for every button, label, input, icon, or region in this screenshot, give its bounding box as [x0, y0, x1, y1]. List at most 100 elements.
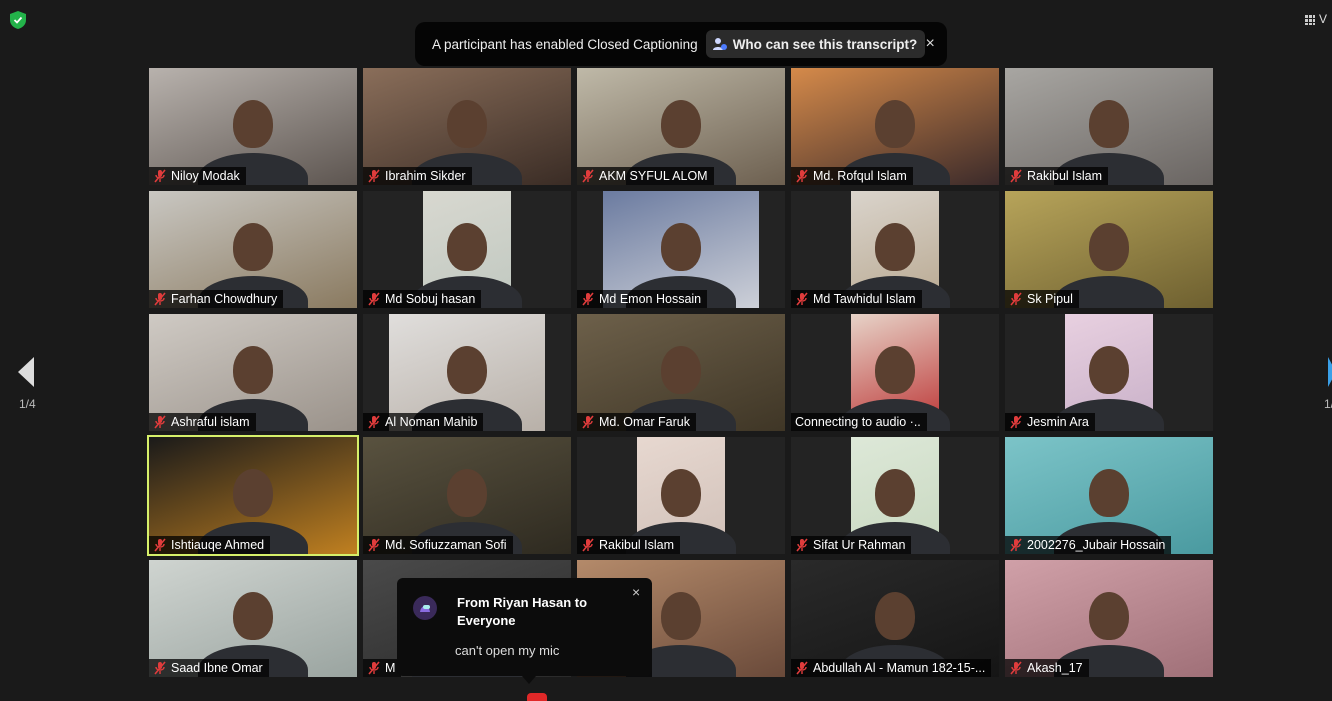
close-icon[interactable]: × — [925, 34, 935, 54]
muted-mic-icon — [796, 292, 808, 306]
participant-name-tag: Md Tawhidul Islam — [791, 290, 922, 308]
participant-name-tag: Rakibul Islam — [577, 536, 681, 554]
muted-mic-icon — [368, 415, 380, 429]
participant-name: Md. Rofqul Islam — [813, 169, 907, 183]
participant-tile[interactable]: Akash_17 — [1005, 560, 1213, 677]
participant-name-tag: Niloy Modak — [149, 167, 246, 185]
participant-tile[interactable]: Jesmin Ara — [1005, 314, 1213, 431]
participant-tile[interactable]: Niloy Modak — [149, 68, 357, 185]
next-page-arrow-icon[interactable] — [1326, 357, 1332, 387]
participant-name: M — [385, 661, 396, 675]
participant-tile[interactable]: Sifat Ur Rahman — [791, 437, 999, 554]
participant-name-tag: M — [363, 659, 402, 677]
muted-mic-icon — [582, 169, 594, 183]
shield-icon[interactable] — [10, 11, 26, 29]
participant-tile[interactable]: Ibrahim Sikder — [363, 68, 571, 185]
participant-name: Akash_17 — [1027, 661, 1083, 675]
participant-name-tag: Md. Omar Faruk — [577, 413, 696, 431]
participant-name-tag: Akash_17 — [1005, 659, 1089, 677]
participant-name: Farhan Chowdhury — [171, 292, 278, 306]
who-can-see-label: Who can see this transcript? — [732, 36, 918, 52]
participant-name-tag: Ashraful islam — [149, 413, 256, 431]
muted-mic-icon — [154, 292, 166, 306]
muted-mic-icon — [1010, 169, 1022, 183]
participant-name-tag: Abdullah Al - Mamun 182-15-... — [791, 659, 992, 677]
participant-name: Md. Omar Faruk — [599, 415, 690, 429]
participant-name: Rakibul Islam — [599, 538, 675, 552]
participant-name: Saad Ibne Omar — [171, 661, 263, 675]
participant-name: Md Tawhidul Islam — [813, 292, 916, 306]
participant-tile[interactable]: Md. Rofqul Islam — [791, 68, 999, 185]
participant-tile[interactable]: Md Emon Hossain — [577, 191, 785, 308]
page-indicator-left: 1/4 — [19, 397, 36, 411]
muted-mic-icon — [368, 661, 380, 675]
person-silhouette — [447, 223, 487, 271]
muted-mic-icon — [154, 169, 166, 183]
participant-name: Sk Pipul — [1027, 292, 1073, 306]
user-visibility-icon — [712, 38, 727, 50]
participant-tile[interactable]: Abdullah Al - Mamun 182-15-... — [791, 560, 999, 677]
participant-tile[interactable]: Rakibul Islam — [577, 437, 785, 554]
participant-name: Niloy Modak — [171, 169, 240, 183]
chat-sender: From Riyan Hasan to Everyone — [457, 595, 588, 628]
person-silhouette — [447, 469, 487, 517]
participant-tile[interactable]: Ishtiauqe Ahmed — [147, 435, 359, 556]
person-silhouette — [875, 469, 915, 517]
participant-name-tag: Ishtiauqe Ahmed — [149, 536, 271, 554]
muted-mic-icon — [154, 415, 166, 429]
avatar-icon — [413, 596, 437, 620]
participant-tile[interactable]: Saad Ibne Omar — [149, 560, 357, 677]
participant-name: 2002276_Jubair Hossain — [1027, 538, 1166, 552]
muted-mic-icon — [368, 292, 380, 306]
muted-mic-icon — [154, 661, 166, 675]
participant-tile[interactable]: Sk Pipul — [1005, 191, 1213, 308]
participant-tile[interactable]: Md. Sofiuzzaman Sofi — [363, 437, 571, 554]
person-silhouette — [233, 100, 273, 148]
participant-name-tag: Jesmin Ara — [1005, 413, 1095, 431]
participant-name: Ibrahim Sikder — [385, 169, 466, 183]
person-silhouette — [661, 223, 701, 271]
person-silhouette — [447, 346, 487, 394]
who-can-see-transcript-button[interactable]: Who can see this transcript? — [705, 30, 926, 58]
muted-mic-icon — [1010, 661, 1022, 675]
participant-name: Md Sobuj hasan — [385, 292, 476, 306]
participant-tile[interactable]: Ashraful islam — [149, 314, 357, 431]
grid-icon — [1305, 14, 1315, 25]
person-silhouette — [661, 100, 701, 148]
participant-name-tag: Connecting to audio ·.. — [791, 413, 927, 431]
muted-mic-icon — [796, 169, 808, 183]
participant-tile[interactable]: Md Tawhidul Islam — [791, 191, 999, 308]
person-silhouette — [1089, 100, 1129, 148]
chat-notification[interactable]: From Riyan Hasan to Everyone can't open … — [397, 578, 652, 676]
participant-name: Md Emon Hossain — [599, 292, 702, 306]
participant-tile[interactable]: Rakibul Islam — [1005, 68, 1213, 185]
participant-tile[interactable]: Al Noman Mahib — [363, 314, 571, 431]
person-silhouette — [875, 346, 915, 394]
participant-tile[interactable]: Connecting to audio ·.. — [791, 314, 999, 431]
person-silhouette — [661, 469, 701, 517]
participant-name-tag: Al Noman Mahib — [363, 413, 484, 431]
participant-name-tag: Md Emon Hossain — [577, 290, 708, 308]
person-silhouette — [447, 100, 487, 148]
participant-name: Rakibul Islam — [1027, 169, 1103, 183]
notification-badge — [527, 693, 547, 701]
participant-tile[interactable]: Farhan Chowdhury — [149, 191, 357, 308]
participant-name: Ashraful islam — [171, 415, 250, 429]
muted-mic-icon — [796, 538, 808, 552]
participant-name: Jesmin Ara — [1027, 415, 1089, 429]
person-silhouette — [233, 223, 273, 271]
participant-name-tag: Farhan Chowdhury — [149, 290, 284, 308]
participant-tile[interactable]: Md Sobuj hasan — [363, 191, 571, 308]
participant-name: Al Noman Mahib — [385, 415, 478, 429]
close-icon[interactable]: × — [632, 584, 640, 600]
person-silhouette — [661, 346, 701, 394]
person-silhouette — [1089, 469, 1129, 517]
participant-tile[interactable]: 2002276_Jubair Hossain — [1005, 437, 1213, 554]
participant-tile[interactable]: AKM SYFUL ALOM — [577, 68, 785, 185]
participant-tile[interactable]: Md. Omar Faruk — [577, 314, 785, 431]
person-silhouette — [233, 346, 273, 394]
view-button[interactable]: V — [1305, 12, 1332, 30]
previous-page-arrow-icon[interactable] — [16, 357, 36, 387]
participant-name-tag: Sifat Ur Rahman — [791, 536, 912, 554]
muted-mic-icon — [368, 538, 380, 552]
